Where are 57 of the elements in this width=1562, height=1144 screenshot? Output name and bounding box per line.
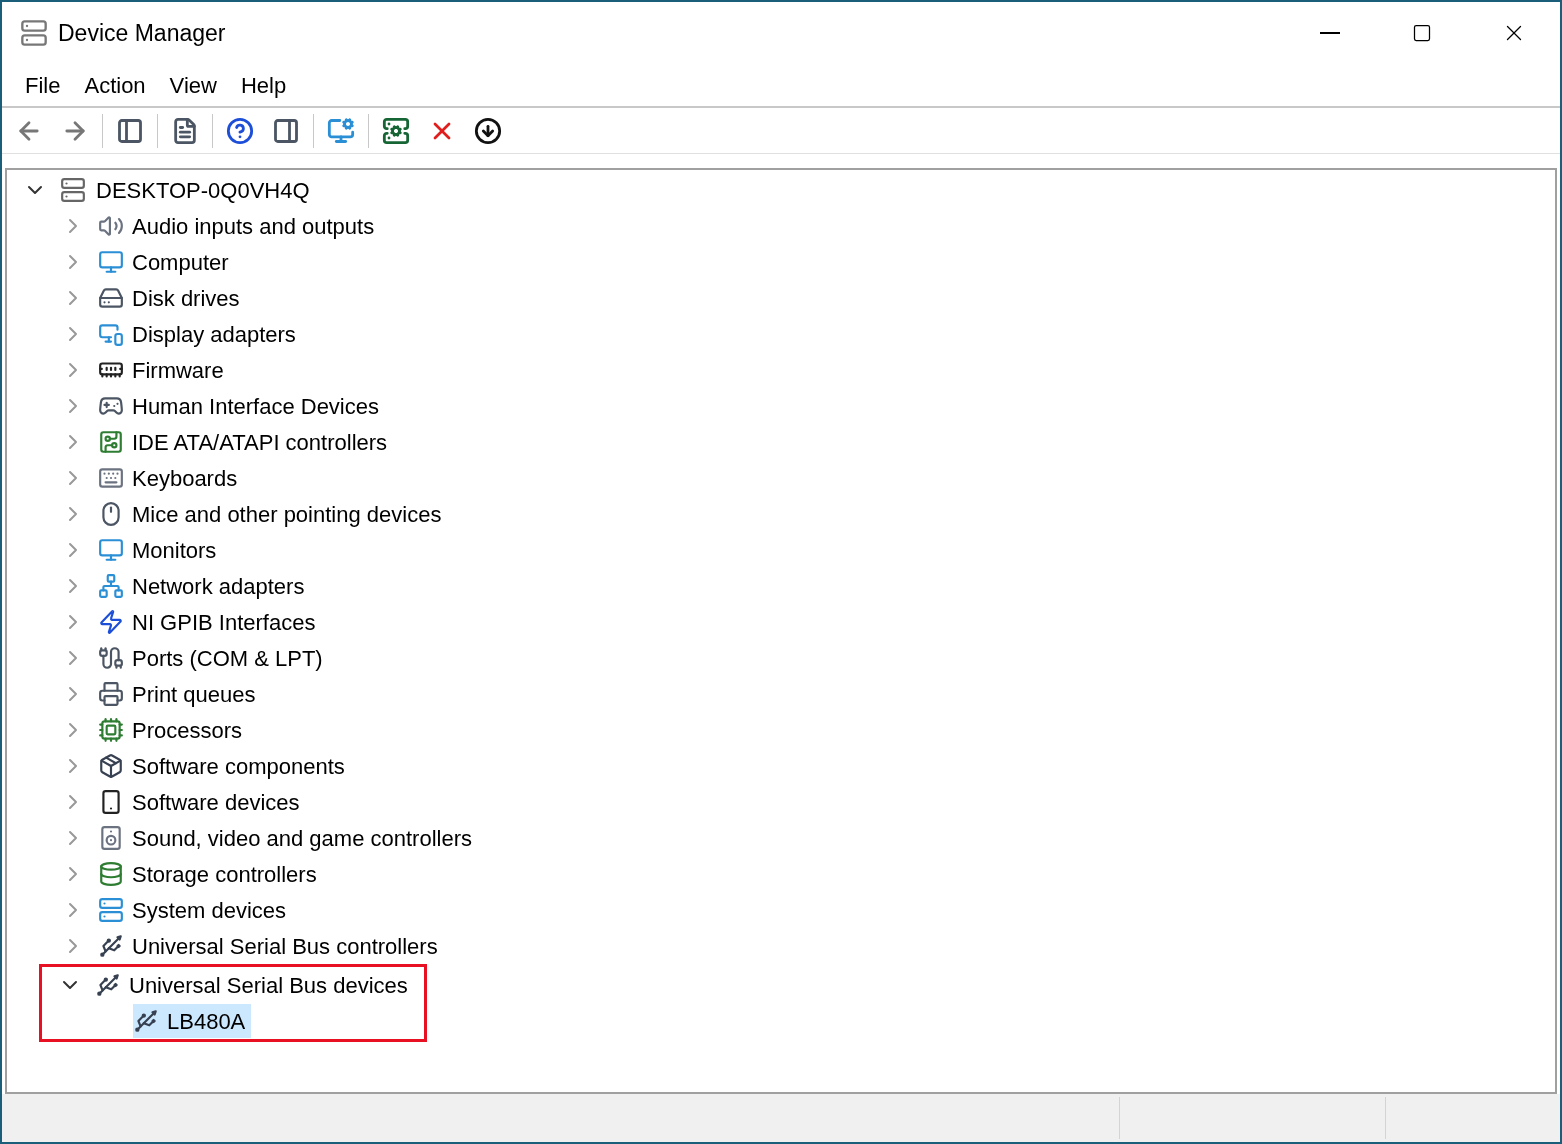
tree-item[interactable]: Network adapters: [98, 569, 311, 603]
tree-item[interactable]: Sound, video and game controllers: [98, 821, 478, 855]
server-icon: [382, 116, 410, 145]
tree-item[interactable]: Human Interface Devices: [98, 389, 385, 423]
panel-icon: [272, 116, 300, 145]
minimize-icon: [1320, 32, 1340, 34]
display-icon: [98, 321, 124, 347]
tree-item[interactable]: DESKTOP-0Q0VH4Q: [60, 173, 316, 207]
speaker-icon: [98, 213, 124, 239]
processor-icon: [98, 717, 124, 743]
speaker-icon: [98, 825, 124, 851]
keyboard-icon: [98, 465, 124, 491]
tree-item[interactable]: Computer: [98, 245, 235, 279]
monitor-icon: [98, 537, 124, 563]
help-icon: [226, 116, 254, 145]
menu-item[interactable]: Action: [73, 68, 157, 102]
tree-item[interactable]: Keyboards: [98, 461, 244, 495]
menu-item[interactable]: Help: [229, 68, 298, 102]
usb-icon: [133, 1008, 159, 1034]
tree-item[interactable]: LB480A: [133, 1004, 252, 1038]
printer-icon: [98, 681, 124, 707]
storage-icon: [98, 861, 124, 887]
network-icon: [98, 573, 124, 599]
tree-item[interactable]: Display adapters: [98, 317, 302, 351]
tree-item[interactable]: Storage controllers: [98, 857, 323, 891]
app-icon: [20, 19, 48, 47]
menu-item[interactable]: File: [14, 68, 72, 102]
connector-icon: [98, 645, 124, 671]
tree-item[interactable]: Software components: [98, 749, 351, 783]
panel-icon: [116, 116, 144, 145]
tree-item[interactable]: Processors: [98, 713, 249, 747]
monitor-icon: [98, 249, 124, 275]
menu-item[interactable]: View: [158, 68, 228, 102]
tree-item[interactable]: Audio inputs and outputs: [98, 209, 381, 243]
lightning-icon: [98, 609, 124, 635]
package-icon: [98, 753, 124, 779]
tree-item[interactable]: Ports (COM & LPT): [98, 641, 329, 675]
usb-icon: [95, 972, 121, 998]
tree-item[interactable]: Software devices: [98, 785, 306, 819]
usb-icon: [98, 933, 124, 959]
tree-item[interactable]: Disk drives: [98, 281, 246, 315]
window-title: Device Manager: [58, 18, 226, 48]
circuit-board-icon: [98, 429, 124, 455]
tree-item[interactable]: Mice and other pointing devices: [98, 497, 448, 531]
monitor-icon: [327, 116, 355, 145]
down-arrow-circle-icon: [474, 116, 502, 145]
tree-item[interactable]: NI GPIB Interfaces: [98, 605, 322, 639]
hard-drive-icon: [98, 285, 124, 311]
tree-item[interactable]: Firmware: [98, 353, 230, 387]
tree-item[interactable]: Monitors: [98, 533, 223, 567]
maximize-icon: [1412, 23, 1432, 43]
document-icon: [171, 116, 199, 145]
tree-item[interactable]: System devices: [98, 893, 293, 927]
tree-item[interactable]: Universal Serial Bus devices: [95, 968, 414, 1002]
tree-item[interactable]: Universal Serial Bus controllers: [98, 929, 444, 963]
tree-item[interactable]: IDE ATA/ATAPI controllers: [98, 425, 394, 459]
tree-item[interactable]: Print queues: [98, 677, 262, 711]
